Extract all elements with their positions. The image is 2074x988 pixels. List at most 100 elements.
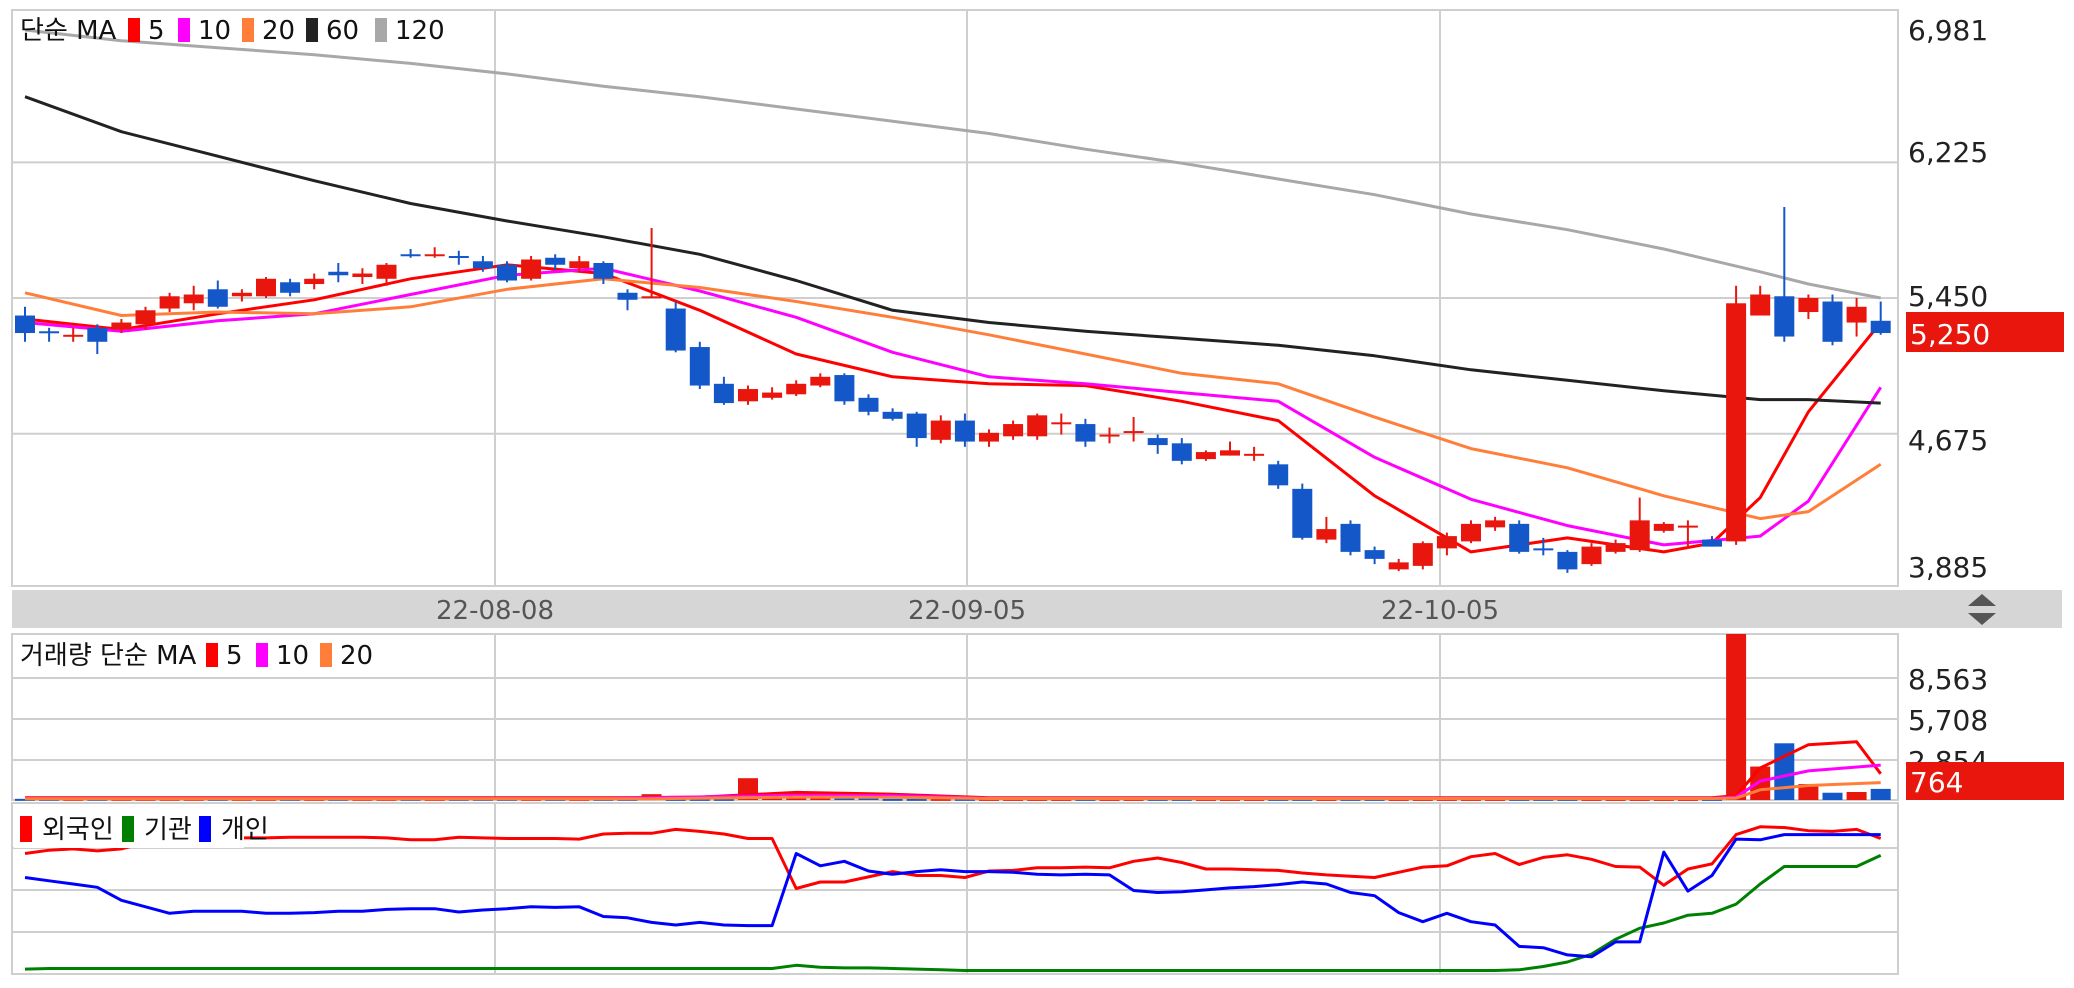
- legend-label-vol-ma10: 10: [276, 641, 309, 671]
- volume-ma-lines: [25, 740, 1882, 801]
- candle-body: [545, 257, 566, 265]
- candle-body: [231, 292, 252, 297]
- candle-body: [1557, 551, 1578, 570]
- candle-body: [328, 271, 349, 276]
- candle-body: [1461, 523, 1481, 542]
- candle-body: [1316, 529, 1337, 540]
- candle-body: [135, 310, 156, 325]
- price-candles: [15, 206, 1891, 573]
- candle-body: [1677, 525, 1698, 528]
- candle-body: [256, 278, 276, 297]
- date-label: 22-08-08: [436, 596, 554, 626]
- legend-swatch-institution: [122, 816, 134, 842]
- candle-body: [1581, 546, 1602, 565]
- candle-body: [15, 315, 35, 334]
- candle-body: [617, 292, 638, 300]
- candle-body: [1027, 415, 1048, 437]
- legend-swatch-vol-ma10: [256, 643, 268, 667]
- price-grid: [11, 9, 1899, 587]
- candle-body: [497, 264, 517, 281]
- legend-label-ma60: 60: [326, 16, 359, 46]
- candle-body: [352, 273, 373, 278]
- investor-panel-frame: [11, 802, 1899, 975]
- candle-body: [1870, 320, 1891, 334]
- price-last-value-badge: 5,250: [1906, 312, 2064, 352]
- candle-body: [1798, 298, 1819, 313]
- candle-body: [930, 420, 951, 440]
- candle-body: [1485, 520, 1506, 528]
- candle-body: [762, 392, 783, 398]
- candle-body: [1774, 296, 1795, 337]
- price-y-tick: 6,981: [1908, 14, 1988, 47]
- candle-body: [1412, 543, 1433, 566]
- investor-panel: 외국인 기관 개인: [11, 802, 1899, 975]
- volume-y-tick: 8,563: [1908, 663, 1988, 696]
- candle-body: [1605, 543, 1626, 552]
- candle-body: [376, 264, 397, 279]
- candle-body: [207, 289, 228, 307]
- candle-body: [1268, 464, 1289, 486]
- legend-label-ma120: 120: [395, 16, 445, 46]
- candle-body: [280, 282, 301, 293]
- volume-ma-line-5: [25, 740, 1882, 800]
- volume-last-value-badge: 764: [1906, 762, 2064, 800]
- candle-body: [1244, 453, 1265, 456]
- volume-y-axis: 8,563 5,708 2,854: [1908, 663, 1988, 778]
- candle-body: [1340, 523, 1361, 552]
- candle-body: [1533, 548, 1554, 551]
- candle-body: [882, 411, 903, 419]
- candle-body: [1364, 550, 1385, 559]
- candle-body: [1750, 294, 1771, 316]
- price-y-tick: 6,225: [1908, 136, 1988, 169]
- date-axis-bar[interactable]: 22-08-08 22-09-05 22-10-05: [12, 590, 2062, 628]
- candle-body: [1147, 438, 1168, 446]
- ma-line-5: [24, 263, 1882, 554]
- candle-body: [858, 397, 879, 412]
- volume-legend: 거래량 단순 MA 5 10 20: [20, 641, 373, 671]
- price-y-tick: 3,885: [1908, 551, 1988, 584]
- legend-swatch-ma20: [242, 18, 254, 42]
- candle-body: [1653, 523, 1674, 531]
- date-label: 22-10-05: [1381, 596, 1499, 626]
- legend-label-ma10: 10: [198, 16, 231, 46]
- candle-body: [954, 420, 975, 442]
- volume-y-tick: 5,708: [1908, 704, 1988, 737]
- price-y-axis: 6,981 6,225 5,450 4,675 3,885: [1908, 14, 1988, 584]
- candle-body: [713, 383, 734, 404]
- legend-label-ma5: 5: [148, 16, 165, 46]
- legend-swatch-vol-ma5: [206, 643, 218, 667]
- volume-bar: [1750, 766, 1771, 800]
- candle-body: [87, 327, 108, 342]
- candle-body: [183, 294, 204, 304]
- legend-swatch-ma10: [178, 18, 190, 42]
- legend-swatch-ma60: [306, 18, 318, 42]
- candle-body: [448, 256, 469, 259]
- candle-body: [1702, 539, 1722, 547]
- candle-body: [1003, 424, 1024, 437]
- candle-body: [665, 308, 686, 351]
- price-last-value: 5,250: [1910, 318, 1990, 351]
- price-y-tick: 5,450: [1908, 280, 1988, 313]
- legend-label-foreign: 외국인: [42, 815, 114, 845]
- price-legend: 단순 MA 5 10 20 60 120: [20, 16, 445, 46]
- volume-bar: [1726, 634, 1747, 800]
- investor-grid: [11, 802, 1899, 975]
- date-axis-bg: [12, 590, 2062, 628]
- candle-body: [1846, 306, 1867, 323]
- candle-body: [593, 263, 614, 279]
- investor-line-2: [24, 833, 1881, 959]
- candle-body: [304, 278, 325, 285]
- candle-body: [834, 375, 855, 402]
- candle-body: [400, 254, 421, 257]
- volume-bar: [1846, 792, 1867, 800]
- candle-body: [1220, 450, 1240, 456]
- candle-body: [1388, 562, 1409, 570]
- candle-body: [641, 296, 662, 299]
- chart-canvas[interactable]: 6,981 6,225 5,450 4,675 3,885 5,250 단순 M…: [0, 0, 2074, 984]
- volume-panel: 8,563 5,708 2,854 764 거래량 단순 MA 5 10 20: [11, 633, 2064, 801]
- candle-body: [1195, 452, 1216, 460]
- ma-line-20: [24, 277, 1882, 521]
- candle-body: [472, 261, 493, 269]
- candle-body: [39, 331, 60, 334]
- legend-swatch-vol-ma20: [320, 643, 332, 667]
